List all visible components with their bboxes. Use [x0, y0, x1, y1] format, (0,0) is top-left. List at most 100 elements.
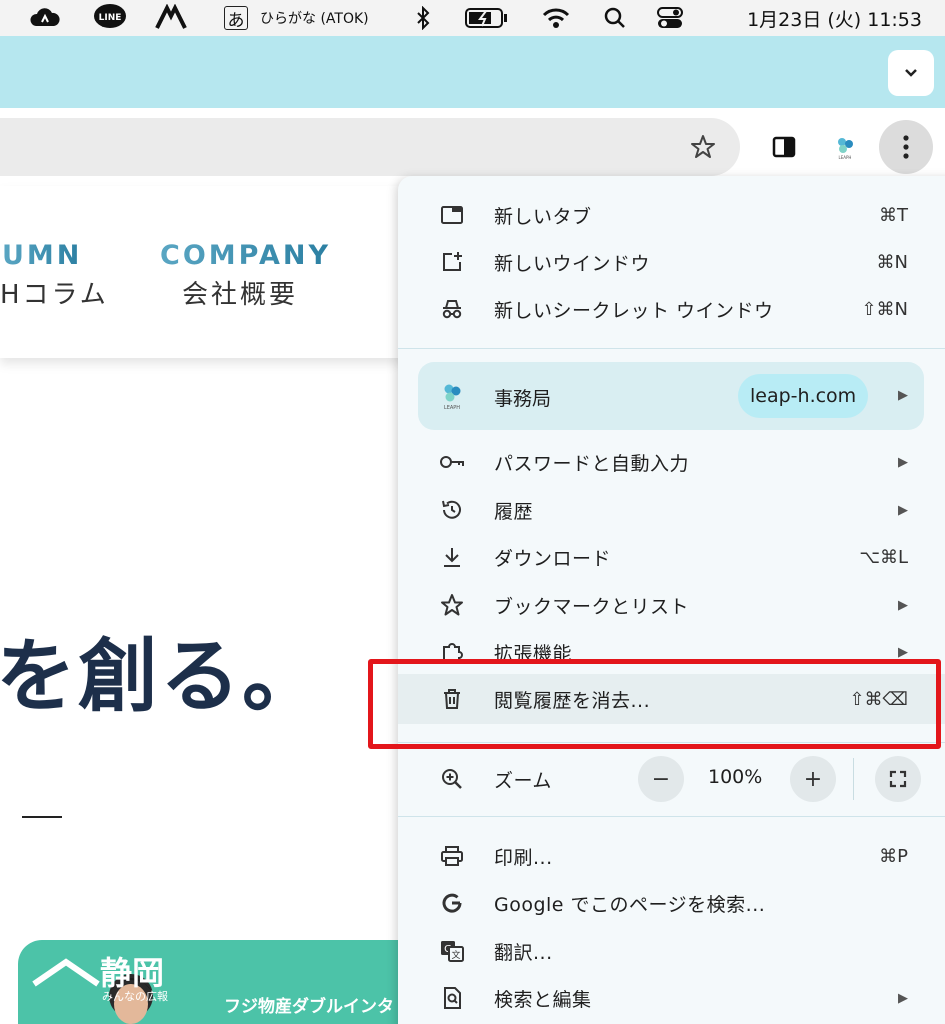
bluetooth-icon[interactable] [410, 0, 436, 36]
svg-text:文: 文 [451, 949, 460, 961]
history-icon [438, 496, 466, 524]
zoom-label: ズーム [494, 769, 552, 792]
red-highlight-box [368, 659, 941, 749]
chrome-main-menu: 新しいタブ ⌘T 新しいウインドウ ⌘N 新しいシークレット ウインドウ ⇧⌘N… [398, 176, 945, 1024]
menu-item-translate[interactable]: G文 翻訳... [398, 928, 945, 974]
line-label: LINE [99, 13, 122, 23]
menu-item-label: ブックマークとリスト [494, 595, 690, 618]
new-window-icon [438, 248, 466, 276]
zoom-level: 100% [708, 766, 763, 788]
submenu-arrow-icon: ▶ [898, 990, 908, 1006]
menu-item-new-tab[interactable]: 新しいタブ ⌘T [398, 192, 945, 238]
download-icon [438, 543, 466, 571]
incognito-icon [438, 295, 466, 323]
banner-text: フジ物産ダブルインタ [224, 997, 394, 1017]
menu-item-label: 印刷... [494, 846, 553, 869]
translate-icon: G文 [438, 937, 466, 965]
fullscreen-button[interactable] [875, 756, 921, 802]
profile-name: 事務局 [494, 388, 552, 410]
menu-item-new-incognito-window[interactable]: 新しいシークレット ウインドウ ⇧⌘N [398, 286, 945, 332]
menu-item-shortcut: ⌥⌘L [859, 546, 908, 568]
kebab-menu-icon [903, 135, 909, 159]
side-panel-button[interactable] [757, 120, 811, 174]
chrome-menu-button[interactable] [879, 120, 933, 174]
shizuoka-banner[interactable]: 静岡 みんなの広報 フジ物産ダブルインタ [18, 940, 438, 1024]
menu-item-downloads[interactable]: ダウンロード ⌥⌘L [398, 534, 945, 580]
zoom-divider [853, 758, 854, 800]
menu-item-search-with-google[interactable]: Google でこのページを検索... [398, 880, 945, 926]
zoom-out-button[interactable]: − [638, 756, 684, 802]
menu-item-new-window[interactable]: 新しいウインドウ ⌘N [398, 239, 945, 285]
menu-item-label: 新しいシークレット ウインドウ [494, 299, 774, 322]
menu-item-bookmarks[interactable]: ブックマークとリスト ▶ [398, 582, 945, 628]
extension-leaph-button[interactable]: LEAPH [818, 120, 872, 174]
zoom-icon [438, 765, 466, 793]
spotlight-search-icon[interactable] [600, 0, 630, 36]
divider-line [22, 816, 62, 818]
menu-item-shortcut: ⌘P [879, 845, 908, 867]
menu-item-history[interactable]: 履歴 ▶ [398, 487, 945, 533]
ime-indicator[interactable]: あ [222, 0, 250, 36]
star-icon [691, 135, 715, 158]
nav-column-en[interactable]: UMN [2, 240, 82, 271]
menu-item-shortcut: ⌘T [879, 204, 908, 226]
leaph-logo-icon: LEAPH [444, 384, 461, 411]
submenu-arrow-icon: ▶ [898, 597, 908, 613]
print-icon [438, 842, 466, 870]
bookmark-star-icon [438, 591, 466, 619]
banner-subtitle: みんなの広報 [102, 990, 168, 1003]
submenu-arrow-icon: ▶ [898, 502, 908, 518]
house-logo-icon [32, 958, 100, 987]
profile-avatar: LEAPH [438, 380, 466, 414]
chevron-down-icon [905, 69, 917, 77]
menu-item-find-and-edit[interactable]: 検索と編集 ▶ [398, 975, 945, 1021]
menu-separator [398, 816, 945, 817]
wifi-icon[interactable] [538, 0, 574, 36]
nav-column-ja[interactable]: Hコラム [0, 274, 109, 311]
menu-item-label: 翻訳... [494, 941, 553, 964]
ime-char: あ [224, 6, 248, 31]
menu-item-label: ダウンロード [494, 547, 612, 570]
macos-menubar: LINE あ ひらがな (ATOK) 1月23日 (火) 11:53 [0, 0, 945, 36]
bookmark-star-button[interactable] [688, 132, 718, 162]
fullscreen-icon [889, 770, 907, 788]
search-edit-icon [438, 984, 466, 1012]
menu-separator [398, 348, 945, 349]
profile-site-badge: leap-h.com [738, 374, 869, 418]
submenu-arrow-icon: ▶ [898, 454, 908, 470]
control-center-icon[interactable] [654, 0, 686, 36]
submenu-arrow-icon: ▶ [898, 388, 908, 403]
ime-mode-label: ひらがな (ATOK) [260, 11, 369, 27]
battery-icon[interactable] [462, 0, 510, 36]
menu-item-label: パスワードと自動入力 [494, 452, 690, 475]
menu-item-profile[interactable]: LEAPH 事務局 leap-h.com ▶ [418, 362, 924, 430]
menu-item-print[interactable]: 印刷... ⌘P [398, 833, 945, 879]
svg-text:LEAPH: LEAPH [444, 405, 460, 410]
tab-strip [0, 36, 945, 108]
menu-item-label: Google でこのページを検索... [494, 893, 766, 916]
menu-item-shortcut: ⌘N [876, 251, 908, 273]
google-icon [438, 889, 466, 917]
side-panel-icon [772, 136, 796, 158]
menubar-clock[interactable]: 1月23日 (火) 11:53 [712, 0, 922, 36]
submenu-arrow-icon: ▶ [898, 644, 908, 660]
tab-search-button[interactable] [888, 50, 934, 96]
new-tab-icon [438, 201, 466, 229]
menu-item-label: 履歴 [494, 500, 534, 523]
hero-heading: を創る。 [0, 630, 324, 723]
browser-toolbar: LEAPH [0, 108, 945, 186]
leaph-logo-icon: LEAPH [838, 138, 853, 160]
cloud-app-icon[interactable] [28, 0, 62, 36]
ai-app-icon[interactable] [152, 0, 190, 36]
menu-item-label: 新しいウインドウ [494, 252, 651, 275]
key-icon [438, 448, 466, 476]
line-app-icon[interactable]: LINE [90, 0, 130, 36]
menu-item-label: 新しいタブ [494, 205, 592, 228]
nav-company-ja[interactable]: 会社概要 [182, 274, 298, 311]
nav-company-en[interactable]: COMPANY [160, 240, 331, 271]
svg-text:LEAPH: LEAPH [839, 155, 852, 160]
zoom-in-button[interactable]: + [790, 756, 836, 802]
menu-item-shortcut: ⇧⌘N [861, 298, 908, 320]
address-bar[interactable] [0, 118, 740, 176]
menu-item-passwords[interactable]: パスワードと自動入力 ▶ [398, 439, 945, 485]
